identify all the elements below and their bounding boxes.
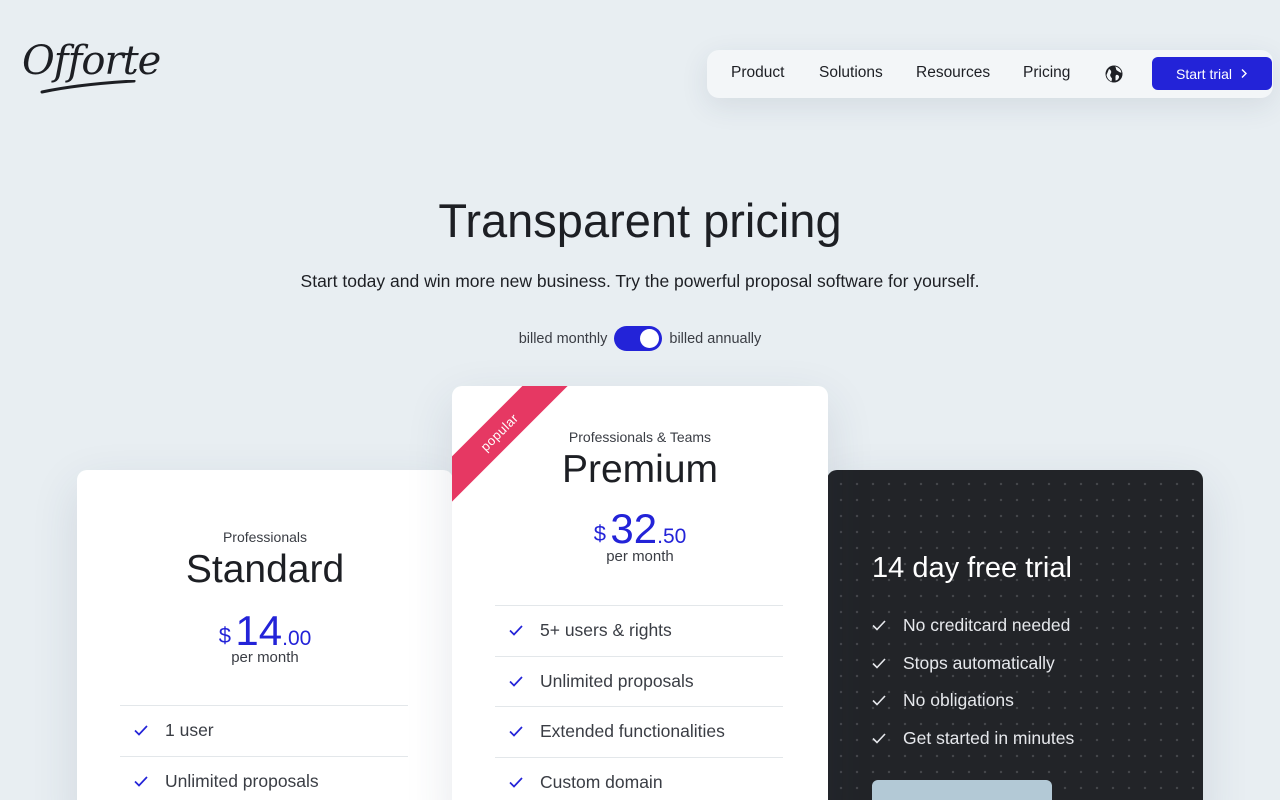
plan-name: Premium (561, 448, 719, 491)
trial-benefit-label: No obligations (903, 690, 1014, 711)
feature-list: 1 user Unlimited proposals (120, 705, 408, 800)
logo-swash (40, 80, 136, 94)
plan-price: $ 14.00 (77, 607, 453, 655)
check-icon (495, 777, 540, 788)
feature-item: 1 user (120, 705, 408, 756)
trial-title: 14 day free trial (872, 552, 1072, 584)
check-icon (120, 776, 165, 787)
feature-label: 5+ users & rights (540, 620, 672, 641)
check-icon (495, 726, 540, 737)
plan-card-premium: popular Professionals & Teams Premium $ … (452, 386, 828, 800)
trial-benefit: Get started in minutes (872, 720, 1074, 758)
trial-benefit-label: Stops automatically (903, 652, 1055, 673)
check-icon (872, 695, 903, 706)
check-icon (495, 625, 540, 636)
feature-item: Unlimited proposals (120, 755, 408, 800)
plan-tag: Professionals & Teams (568, 429, 712, 445)
free-trial-card: 14 day free trial No creditcard needed S… (827, 470, 1203, 800)
page-title: Transparent pricing (438, 194, 842, 247)
feature-label: Custom domain (540, 771, 663, 792)
page-subtitle: Start today and win more new business. T… (300, 271, 980, 291)
price-cents: .00 (282, 627, 312, 650)
price-whole: 32 (610, 505, 658, 552)
trial-benefit: Stops automatically (872, 645, 1074, 683)
trial-benefits-list: No creditcard needed Stops automatically… (872, 607, 1074, 757)
price-period: per month (231, 649, 299, 666)
billing-period-switch: billed monthly billed annually (0, 326, 1280, 351)
trial-benefit-label: Get started in minutes (903, 727, 1075, 748)
trial-benefit: No creditcard needed (872, 607, 1074, 645)
feature-label: Unlimited proposals (165, 770, 319, 791)
check-icon (872, 620, 903, 631)
feature-label: 1 user (165, 720, 214, 741)
trial-benefit: No obligations (872, 682, 1074, 720)
price-currency: $ (593, 521, 606, 546)
plan-price: $ 32.50 (452, 505, 828, 553)
check-icon (872, 733, 903, 744)
chevron-right-icon (1241, 69, 1247, 78)
price-period: per month (606, 548, 674, 565)
feature-item: Unlimited proposals (495, 655, 783, 707)
feature-label: Unlimited proposals (540, 670, 694, 691)
feature-item: Custom domain (495, 756, 783, 800)
price-cents: .50 (657, 525, 687, 548)
billed-annually-label[interactable]: billed annually (669, 331, 761, 347)
plan-card-standard: Professionals Standard $ 14.00 per month… (77, 470, 453, 800)
check-icon (120, 725, 165, 736)
nav-item-product[interactable]: Product (731, 64, 784, 82)
price-currency: $ (218, 623, 231, 648)
check-icon (872, 658, 903, 669)
start-trial-button[interactable]: Start trial (1152, 57, 1272, 90)
nav-item-solutions[interactable]: Solutions (819, 64, 883, 82)
feature-list: 5+ users & rights Unlimited proposals Ex… (495, 605, 783, 800)
trial-benefit-label: No creditcard needed (903, 615, 1071, 636)
globe-icon[interactable] (1104, 64, 1124, 84)
top-navigation: Product Solutions Resources Pricing Star… (707, 50, 1273, 98)
feature-item: 5+ users & rights (495, 605, 783, 656)
trial-signup-button[interactable] (872, 780, 1052, 800)
billing-toggle[interactable] (614, 326, 663, 351)
plan-tag: Professionals (222, 529, 308, 545)
check-icon (495, 676, 540, 687)
nav-item-resources[interactable]: Resources (916, 64, 990, 82)
brand-logo[interactable]: Offorte (22, 38, 161, 84)
feature-item: Extended functionalities (495, 706, 783, 757)
price-whole: 14 (235, 607, 283, 654)
nav-item-pricing[interactable]: Pricing (1023, 64, 1070, 82)
feature-label: Extended functionalities (540, 721, 725, 742)
plan-name: Standard (185, 548, 345, 591)
start-trial-label: Start trial (1175, 65, 1232, 82)
toggle-knob (640, 329, 660, 348)
billed-monthly-label[interactable]: billed monthly (519, 331, 608, 347)
